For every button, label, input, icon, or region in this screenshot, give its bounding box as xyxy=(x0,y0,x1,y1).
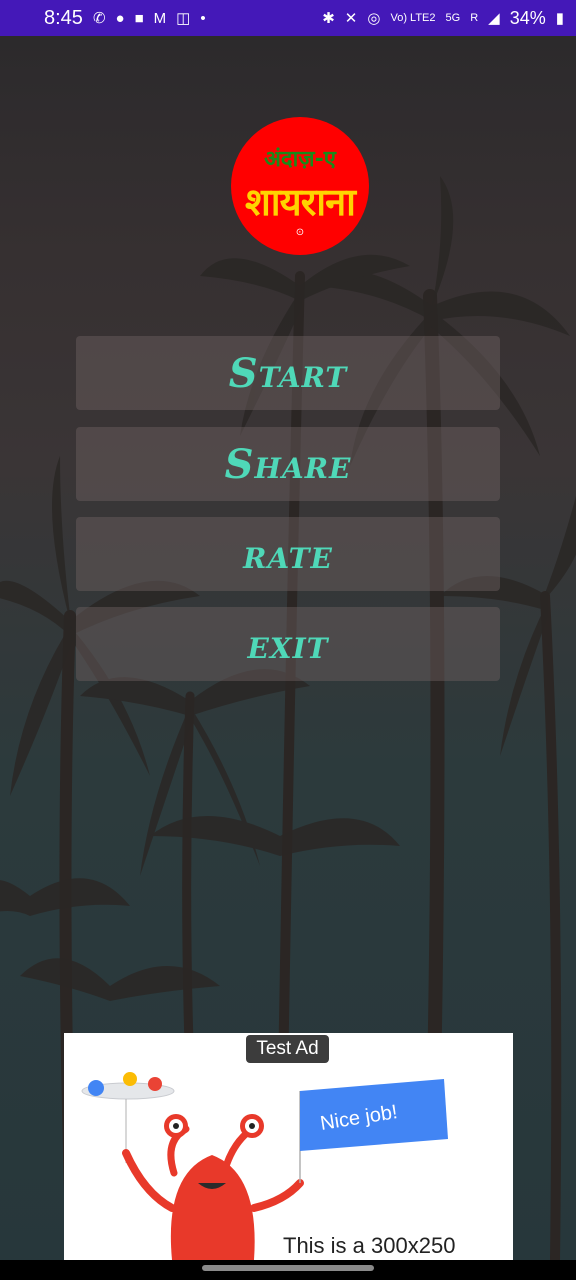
network-label: Vo) LTE2 xyxy=(390,11,436,24)
monster-pupil-left xyxy=(173,1123,179,1129)
bluetooth-icon: ✱ xyxy=(322,9,335,27)
blue-ball xyxy=(88,1080,104,1096)
start-button[interactable]: Start xyxy=(76,336,500,410)
status-left: 8:45 ✆ ● ■ M ◫ • xyxy=(44,7,206,30)
ad-caption: This is a 300x250 xyxy=(283,1233,456,1258)
monster-pupil-right xyxy=(249,1123,255,1129)
home-indicator[interactable] xyxy=(202,1265,374,1271)
yellow-ball xyxy=(123,1072,137,1086)
test-ad-badge: Test Ad xyxy=(246,1035,329,1063)
signal-icon: ◢ xyxy=(488,9,500,27)
rate-label: rate xyxy=(243,530,333,578)
logo-mark: ⊙ xyxy=(295,227,305,238)
start-label: Start xyxy=(228,349,348,397)
exit-label: exit xyxy=(247,620,329,668)
lock-icon: ◫ xyxy=(176,9,191,27)
battery-percent: 34% xyxy=(509,7,546,28)
signal-label: R xyxy=(470,11,479,24)
ad-illustration xyxy=(81,1072,448,1260)
share-button[interactable]: Share xyxy=(76,427,500,501)
app-logo: अंदाज़-ए शायराना ⊙ xyxy=(231,117,369,255)
dot-icon: • xyxy=(200,9,206,27)
rate-button[interactable]: rate xyxy=(76,517,500,591)
logo-line1: अंदाज़-ए xyxy=(264,147,336,172)
share-label: Share xyxy=(224,440,352,488)
exit-button[interactable]: exit xyxy=(76,607,500,681)
hotspot-icon: ◎ xyxy=(367,9,381,27)
ad-banner[interactable]: Nice job! This is a 300x250 xyxy=(64,1033,513,1260)
red-ball xyxy=(148,1077,162,1091)
gmail-icon: M xyxy=(153,9,167,27)
phone-icon: ✆ xyxy=(92,9,106,27)
mute-icon: ✕ xyxy=(344,9,358,27)
monster-arm-left xyxy=(122,1149,176,1212)
logo-line2: शायराना xyxy=(244,180,356,224)
monster-arm-right xyxy=(250,1179,304,1212)
monster-body xyxy=(170,1155,255,1260)
network-gen: 5G xyxy=(445,11,461,24)
app-icon: ■ xyxy=(134,9,144,27)
status-right: ✱ ✕ ◎ Vo) LTE2 5G R ◢ 34% ▮ xyxy=(322,8,564,29)
status-bar: 8:45 ✆ ● ■ M ◫ • ✱ ✕ ◎ Vo) LTE2 5G R ◢ 3… xyxy=(0,0,576,36)
app-icon: ● xyxy=(115,9,125,27)
battery-icon: ▮ xyxy=(555,9,564,27)
status-time: 8:45 xyxy=(44,6,83,29)
